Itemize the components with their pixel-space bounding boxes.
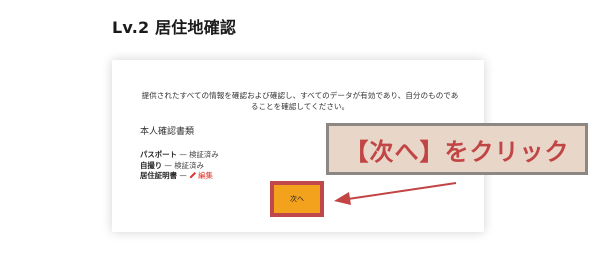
document-status: 検証済み <box>189 150 219 159</box>
edit-label: 編集 <box>198 171 213 180</box>
document-separator: — <box>176 150 190 159</box>
section-title: 本人確認書類 <box>140 127 195 137</box>
page: Lv.2 居住地確認 提供されたすべての情報を確認および確認し、すべてのデータが… <box>0 0 600 272</box>
document-list: パスポート — 検証済み 自撮り — 検証済み 居住証明書 — 編集 <box>140 150 219 182</box>
page-title: Lv.2 居住地確認 <box>112 18 237 37</box>
document-name: 自撮り <box>140 160 163 170</box>
document-row-passport: パスポート — 検証済み <box>140 150 219 161</box>
document-separator: — <box>176 171 190 180</box>
edit-link[interactable]: 編集 <box>189 171 213 180</box>
document-row-proof-of-residence: 居住証明書 — 編集 <box>140 171 219 182</box>
document-name: パスポート <box>140 150 177 159</box>
document-row-selfie: 自撮り — 検証済み <box>140 161 219 172</box>
annotation-callout: 【次へ】をクリック <box>326 123 588 175</box>
document-status: 検証済み <box>174 160 204 170</box>
pencil-icon <box>189 171 197 179</box>
confirmation-description: 提供されたすべての情報を確認および確認し、すべてのデータが有効であり、自分のもの… <box>141 91 459 111</box>
document-name: 居住証明書 <box>140 171 177 180</box>
document-separator: — <box>162 160 175 170</box>
next-button[interactable]: 次へ <box>274 185 320 213</box>
